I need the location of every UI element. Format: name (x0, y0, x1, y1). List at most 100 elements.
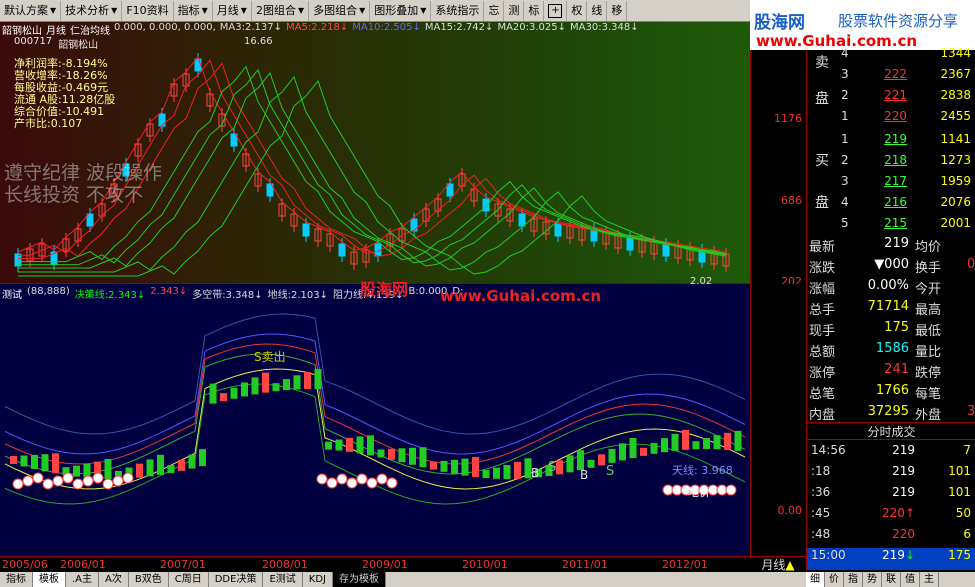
toolbar-item-label: 技术分析 (65, 3, 110, 17)
down-arrow-icon: ↓ (273, 22, 283, 33)
signal-dot (22, 475, 34, 487)
main-price-chart[interactable]: 韶钢松山 月线 仁治均线 0.000, 0.000, 0.000, MA3:2.… (0, 22, 750, 287)
bottom-tab[interactable]: 指标 (0, 572, 33, 587)
candle-body (14, 253, 22, 267)
trade-time: :48 (811, 527, 831, 541)
indicator-bar (451, 459, 458, 474)
signal-dot (356, 473, 368, 485)
order-price: 218 (884, 153, 907, 167)
candle-body (338, 243, 346, 257)
ma-series-name: MA5: (286, 22, 312, 33)
toolbar-item-2[interactable]: F10资料 (122, 0, 174, 21)
buy-order-row[interactable]: 1 219 1141 (807, 132, 975, 153)
order-price: 216 (884, 195, 907, 209)
quote-row: 涨幅 0.00% 今开 (807, 278, 975, 299)
panel-tab[interactable]: 细 (806, 572, 825, 587)
fundamentals-box: 净利润率:-8.194% 营收增率:-18.26% 每股收益:-0.469元 流通 A… (14, 58, 115, 130)
panel-tab[interactable]: 价 (825, 572, 844, 587)
quote-row: 现手 175 最低 (807, 320, 975, 341)
toolbar-item-14[interactable]: 移 (607, 0, 628, 21)
toolbar-item-9[interactable]: 忘 (484, 0, 505, 21)
panel-tab[interactable]: 势 (863, 572, 882, 587)
bottom-tab[interactable]: KDJ (303, 572, 333, 587)
bottom-tab[interactable]: C周日 (169, 572, 209, 587)
signal-dot (346, 477, 358, 489)
trade-volume: 101 (948, 464, 971, 478)
indicator-bar (619, 443, 626, 461)
toolbar-item-7[interactable]: 图形叠加 ▼ (370, 0, 432, 21)
plus-button[interactable]: + (544, 0, 568, 21)
sell-order-row[interactable]: 4 1344 (807, 46, 975, 67)
indicator-axis-value: 0.00 (777, 504, 803, 517)
order-volume: 1959 (940, 174, 971, 188)
indicator-bar (734, 430, 742, 451)
bottom-tab[interactable]: 模板 (33, 572, 66, 587)
bottom-tab[interactable]: .A主 (66, 572, 100, 587)
panel-tab[interactable]: 主 (920, 572, 939, 587)
buy-order-row[interactable]: 3 217 1959 (807, 174, 975, 195)
period-indicator[interactable]: 月线▲ (750, 556, 806, 572)
bottom-tab[interactable]: E测试 (263, 572, 303, 587)
toolbar-item-1[interactable]: 技术分析 ▼ (61, 0, 123, 21)
high-price-label: 16.66 (244, 36, 273, 47)
ma-series-item: MA10:2.505↓ (352, 22, 421, 36)
indicator-bar (629, 438, 637, 459)
panel-tab[interactable]: 联 (882, 572, 901, 587)
bottom-tab[interactable]: DDE决策 (209, 572, 264, 587)
buy-mark-1: B (531, 466, 540, 480)
quote-key: 现手 (809, 324, 836, 339)
buy-order-row[interactable]: 4 216 2076 (807, 195, 975, 216)
candle-body (410, 218, 418, 232)
indicator-canvas[interactable] (0, 284, 750, 556)
triangle-up-icon: ▲ (785, 558, 795, 572)
quote-value: ▼000 (874, 257, 909, 272)
order-volume: 2076 (940, 195, 971, 209)
signal-dot (386, 477, 398, 489)
toolbar-item-0[interactable]: 默认方案 ▼ (0, 0, 62, 21)
bottom-tab[interactable]: A次 (99, 572, 129, 587)
indicator-chart[interactable]: 测试 (88,888) 决策线:2.343↓ 2.343↓ 多空带:3.348↓ 地线… (0, 280, 750, 556)
ma-label: 仁治均线 (70, 26, 110, 37)
signal-dot (366, 477, 378, 489)
bottom-tab[interactable]: B双色 (129, 572, 169, 587)
signal-dot (52, 475, 64, 487)
date-axis-label: 2012/01 (662, 558, 708, 571)
ma-series-item: MA5:2.218↓ (286, 22, 348, 36)
order-price: 219 (884, 132, 907, 146)
url-watermark: www.Guhai.com.cn (440, 287, 602, 305)
indicator-bar (10, 456, 17, 464)
time-sales-row: :45 220↑ 50 (807, 506, 975, 528)
toolbar-item-13[interactable]: 线 (587, 0, 608, 21)
toolbar-item-3[interactable]: 指标 ▼ (174, 0, 213, 21)
buy-order-row[interactable]: 2 218 1273 (807, 153, 975, 174)
sell-order-row[interactable]: 2 221 2838 (807, 88, 975, 109)
toolbar-item-11[interactable]: 标 (524, 0, 545, 21)
buy-order-row[interactable]: 5 215 2001 (807, 216, 975, 237)
bottom-tab[interactable]: 存为模板 (333, 572, 386, 587)
toolbar-item-12[interactable]: 权 (567, 0, 588, 21)
ma-series-value: 2.742 (456, 22, 486, 33)
sell-order-row[interactable]: 1 220 2455 (807, 109, 975, 130)
indicator-bar (398, 448, 406, 463)
panel-tab[interactable]: 值 (901, 572, 920, 587)
date-axis-label: 2006/01 (60, 558, 106, 571)
sell-signal-label: S卖出 (254, 350, 286, 364)
ma-series-name: MA10: (352, 22, 384, 33)
panel-tab[interactable]: 指 (844, 572, 863, 587)
toolbar-item-5[interactable]: 2图组合 ▼ (252, 0, 310, 21)
toolbar-item-6[interactable]: 多图组合 ▼ (309, 0, 371, 21)
quote-row: 总笔 1766 每笔 (807, 383, 975, 404)
sell-order-row[interactable]: 3 222 2367 (807, 67, 975, 88)
toolbar-item-4[interactable]: 月线 ▼ (213, 0, 252, 21)
indicator-bar (440, 460, 448, 472)
signal-dot (122, 472, 134, 484)
quote-panel: 卖 盘 买 盘 4 1344 3 222 2367 2 221 2838 1 220 2455 12… (806, 46, 975, 572)
toolbar-item-10[interactable]: 测 (504, 0, 525, 21)
quote-key: 总手 (809, 303, 836, 318)
indicator-bar (283, 379, 290, 391)
order-volume: 1141 (940, 132, 971, 146)
toolbar-item-8[interactable]: 系统指示 (431, 0, 485, 21)
order-price: 220 (884, 109, 907, 123)
indicator-bar (419, 447, 427, 468)
indicator-bar (556, 460, 563, 475)
